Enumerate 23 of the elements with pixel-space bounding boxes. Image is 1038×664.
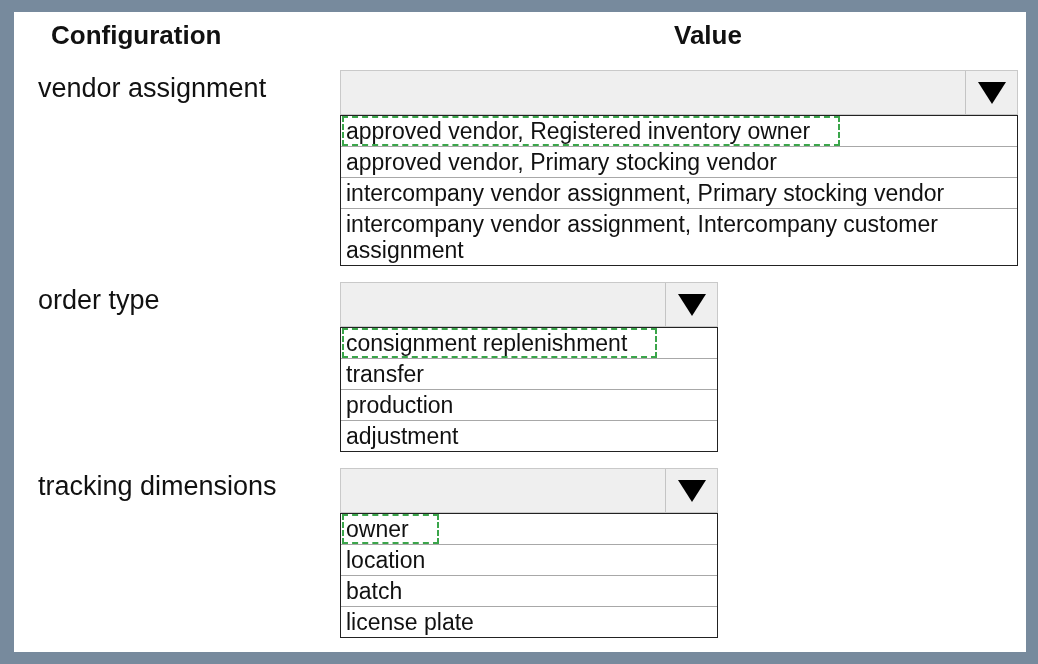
dropdown-option[interactable]: intercompany vendor assignment, Intercompany customer assignment bbox=[342, 209, 1017, 265]
configuration-label: tracking dimensions bbox=[38, 471, 277, 501]
configuration-label: order type bbox=[38, 285, 160, 315]
dropdown-field[interactable] bbox=[340, 70, 1018, 115]
dropdown-option[interactable]: intercompany vendor assignment, Primary stocking vendor bbox=[342, 178, 949, 208]
dropdown-field[interactable] bbox=[340, 282, 718, 327]
configuration-label: vendor assignment bbox=[38, 73, 267, 103]
dropdown-field[interactable] bbox=[340, 468, 718, 513]
dropdown-option[interactable]: transfer bbox=[342, 359, 428, 389]
caret-icon bbox=[677, 293, 706, 316]
dropdown-option[interactable]: production bbox=[342, 390, 458, 420]
dropdown-option[interactable]: owner bbox=[342, 514, 439, 544]
dropdown-option[interactable]: adjustment bbox=[342, 421, 463, 451]
column-header: Value bbox=[674, 20, 742, 50]
dropdown-option[interactable]: approved vendor, Registered inventory owner bbox=[342, 116, 841, 146]
column-header: Configuration bbox=[51, 20, 222, 50]
dropdown-option[interactable]: batch bbox=[342, 576, 407, 606]
dropdown-option[interactable]: location bbox=[342, 545, 430, 575]
dropdown-option[interactable]: approved vendor, Primary stocking vendor bbox=[342, 147, 781, 177]
caret-icon bbox=[677, 479, 706, 502]
caret-icon bbox=[977, 81, 1006, 104]
dropdown-option[interactable]: consignment replenishment bbox=[342, 328, 658, 358]
dropdown-option[interactable]: license plate bbox=[342, 607, 478, 637]
